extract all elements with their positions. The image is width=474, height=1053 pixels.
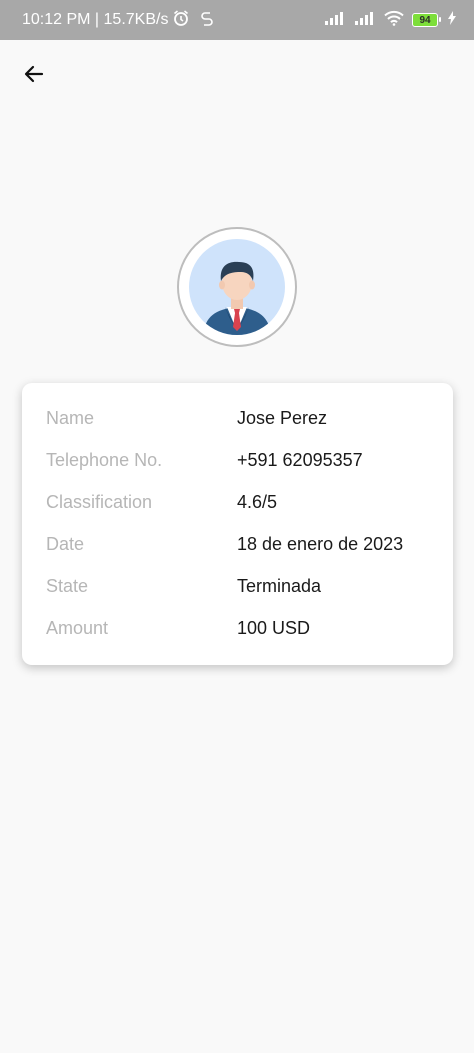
detail-row-state: State Terminada xyxy=(22,576,453,606)
detail-row-telephone: Telephone No. +591 62095357 xyxy=(22,450,453,480)
signal-icon xyxy=(324,11,346,30)
sync-icon xyxy=(200,10,214,31)
arrow-left-icon xyxy=(22,62,46,91)
status-left: 10:12 PM | 15.7KB/s xyxy=(22,9,214,32)
detail-value: 100 USD xyxy=(237,618,311,638)
detail-label: Classification xyxy=(46,492,153,512)
detail-label: Amount xyxy=(46,618,109,638)
detail-row-date: Date 18 de enero de 2023 xyxy=(22,534,453,564)
wifi-icon xyxy=(384,10,404,31)
alarm-icon xyxy=(172,9,190,32)
status-right: 94 xyxy=(324,10,456,31)
battery-icon: 94 xyxy=(412,13,441,27)
detail-value: 4.6/5 xyxy=(237,492,278,512)
status-bar: 10:12 PM | 15.7KB/s 94 xyxy=(0,0,474,40)
detail-label: Date xyxy=(46,534,85,554)
charging-icon xyxy=(448,10,456,30)
detail-value: +591 62095357 xyxy=(237,450,363,470)
status-time: 10:12 PM | 15.7KB/s xyxy=(22,11,169,28)
signal-icon xyxy=(354,11,376,30)
avatar xyxy=(189,239,285,335)
detail-row-classification: Classification 4.6/5 xyxy=(22,492,453,522)
detail-value: Jose Perez xyxy=(237,408,328,428)
detail-row-amount: Amount 100 USD xyxy=(22,618,453,648)
avatar-frame xyxy=(177,227,297,347)
detail-row-name: Name Jose Perez xyxy=(22,408,453,438)
details-card: Name Jose Perez Telephone No. +591 62095… xyxy=(22,383,453,665)
detail-value: 18 de enero de 2023 xyxy=(237,534,404,554)
detail-label: Name xyxy=(46,408,95,428)
detail-label: State xyxy=(46,576,89,596)
back-button[interactable] xyxy=(18,60,50,92)
businessman-avatar-icon xyxy=(203,261,271,335)
detail-value: Terminada xyxy=(237,576,322,596)
detail-label: Telephone No. xyxy=(46,450,163,470)
